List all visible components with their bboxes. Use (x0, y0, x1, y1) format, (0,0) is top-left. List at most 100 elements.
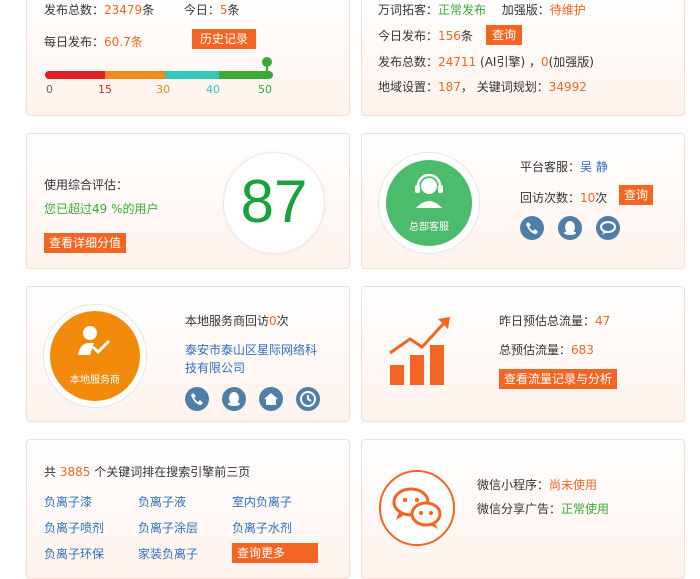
phone-icon[interactable] (520, 216, 544, 240)
keyword-link[interactable]: 负离子水剂 (232, 519, 292, 536)
scale-marker-icon (261, 57, 273, 79)
platform-service-line: 平台客服：吴 静 (520, 158, 608, 175)
total-traffic-line: 总预估流量：683 (499, 341, 594, 358)
daily-publish-unit: 条 (130, 35, 143, 49)
exceed-text: 您已超过49 %的用户 (44, 202, 159, 216)
plus-label: 加强版： (501, 3, 550, 17)
local-qq-icon[interactable] (222, 387, 246, 411)
scale-tick-0: 0 (46, 83, 53, 96)
visit-count-value: 10 (580, 191, 596, 205)
engine-total-plus-value: 0 (540, 55, 549, 69)
miniprogram-line: 微信小程序：尚未使用 (477, 476, 597, 493)
scale-segment-teal (165, 71, 219, 79)
today-publish-label: 今日发布： (378, 29, 439, 43)
company-name-line2[interactable]: 技有限公司 (185, 359, 245, 376)
scale-tick-40: 40 (206, 83, 220, 96)
scale-segment-red (45, 71, 105, 79)
local-phone-icon[interactable] (185, 387, 209, 411)
keyword-link[interactable]: 负离子漆 (44, 493, 92, 510)
region-label: 地域设置： (378, 80, 439, 94)
local-provider-card: 本地服务商 本地服务商回访0次 泰安市泰山区星际网络科 技有限公司 (26, 286, 350, 422)
visit-count-unit: 次 (595, 191, 608, 205)
today-publish-unit: 条 (460, 29, 473, 43)
history-clock-icon[interactable] (296, 387, 320, 411)
eval-label: 使用综合评估： (44, 178, 129, 192)
share-ad-line: 微信分享广告：正常使用 (477, 500, 609, 517)
company-name-line1[interactable]: 泰安市泰山区星际网络科 (185, 341, 317, 358)
daily-publish-value: 60.7 (104, 35, 131, 49)
local-service-label: 本地服务商 (70, 375, 120, 386)
daily-publish-label: 每日发布： (44, 35, 105, 49)
bar-chart-growth-icon (389, 317, 450, 385)
daily-publish: 每日发布：60.7条 (44, 33, 143, 50)
detail-score-button[interactable]: 查看详细分值 (44, 233, 127, 253)
keyword-link[interactable]: 负离子喷剂 (44, 519, 104, 536)
publish-total-value: 23479 (104, 3, 143, 17)
scale-tick-50: 50 (258, 83, 272, 96)
keyword-value: 34992 (548, 80, 587, 94)
engine-total-label: 发布总数： (378, 55, 439, 69)
today-query-button[interactable]: 查询 (486, 25, 523, 45)
scale-tick-15: 15 (98, 83, 112, 96)
qq-icon[interactable] (558, 216, 582, 240)
score-circle: 87 (223, 152, 325, 254)
keyword-link[interactable]: 负离子环保 (44, 545, 104, 562)
keyword-summary-count: 3885 (59, 465, 91, 479)
scale-segment-orange (105, 71, 165, 79)
keyword-link[interactable]: 家装负离子 (138, 545, 198, 562)
local-visit-suffix: 次 (276, 314, 289, 328)
wechat-icon (392, 487, 442, 529)
chat-bubble-icon[interactable] (596, 216, 620, 240)
today-publish-line: 今日发布：156条 (378, 27, 473, 44)
region-keyword-line: 地域设置：187， 关键词规划：34992 (378, 78, 587, 95)
wanci-status: 正常发布 (438, 3, 487, 17)
traffic-card: 昨日预估总流量：47 总预估流量：683 查看流量记录与分析 (361, 286, 685, 422)
local-service-circle: 本地服务商 (50, 311, 140, 401)
plus-status: 待维护 (549, 3, 586, 17)
hq-service-circle: 总部客服 (386, 160, 472, 246)
publish-today-unit: 条 (227, 3, 240, 17)
publish-today-value: 5 (219, 3, 228, 17)
local-visit-value: 0 (269, 314, 277, 328)
local-visit-line: 本地服务商回访0次 (185, 312, 289, 329)
keyword-summary-prefix: 共 (44, 465, 60, 479)
scale-tick-30: 30 (156, 83, 170, 96)
wechat-badge (379, 470, 455, 546)
engine-status-line: 万词拓客：正常发布 加强版：待维护 (378, 1, 586, 18)
total-traffic-label: 总预估流量： (499, 343, 572, 357)
visit-query-button[interactable]: 查询 (619, 185, 654, 205)
keyword-link[interactable]: 负离子液 (138, 493, 186, 510)
engine-status-card: 万词拓客：正常发布 加强版：待维护 今日发布：156条 查询 发布总数：2471… (361, 0, 685, 116)
keyword-link[interactable]: 负离子涂层 (138, 519, 198, 536)
yesterday-traffic-label: 昨日预估总流量： (499, 314, 596, 328)
history-button[interactable]: 历史记录 (192, 29, 257, 49)
engine-total-plus-label: (加强版) (548, 55, 594, 69)
publish-total: 发布总数：23479条 今日：5条 (44, 1, 240, 18)
keyword-summary-suffix: 个关键词排在搜索引擎前三页 (90, 465, 251, 479)
publish-total-label: 发布总数： (44, 3, 105, 17)
engine-total-ai: (AI引擎) ， (476, 55, 541, 69)
customer-service-card: 总部客服 平台客服：吴 静 回访次数：10次 查询 (361, 133, 685, 269)
share-ad-status: 正常使用 (561, 502, 610, 516)
region-value: 187 (438, 80, 461, 94)
miniprogram-status: 尚未使用 (549, 478, 598, 492)
local-visit-prefix: 本地服务商回访 (185, 314, 270, 328)
more-keywords-button[interactable]: 查询更多 (232, 543, 318, 563)
user-check-icon (78, 326, 111, 355)
visit-count-label: 回访次数： (520, 191, 581, 205)
local-service-badge: 本地服务商 (43, 304, 147, 408)
yesterday-traffic-value: 47 (595, 314, 611, 328)
total-traffic-value: 683 (571, 343, 594, 357)
platform-service-name[interactable]: 吴 静 (580, 160, 608, 174)
keyword-link[interactable]: 室内负离子 (232, 493, 292, 510)
score-value: 87 (240, 168, 308, 235)
wechat-card: 微信小程序：尚未使用 微信分享广告：正常使用 (361, 439, 685, 579)
keyword-label: ， 关键词规划： (460, 80, 549, 94)
home-icon[interactable] (259, 387, 283, 411)
hq-service-badge: 总部客服 (378, 152, 480, 254)
today-publish-value: 156 (438, 29, 461, 43)
traffic-analysis-button[interactable]: 查看流量记录与分析 (499, 369, 618, 389)
keyword-ranking-card: 共 3885 个关键词排在搜索引擎前三页 负离子漆 负离子液 室内负离子 负离子… (26, 439, 350, 579)
miniprogram-label: 微信小程序： (477, 478, 550, 492)
platform-service-label: 平台客服： (520, 160, 581, 174)
